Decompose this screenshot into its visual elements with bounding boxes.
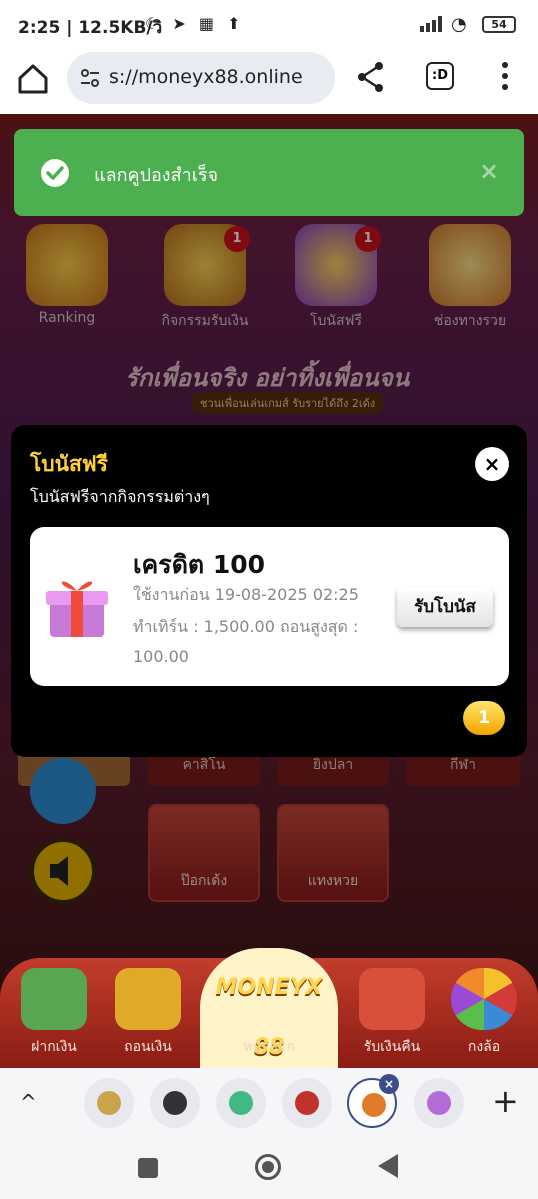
system-nav-bar — [0, 1138, 538, 1199]
tabs-button[interactable]: :D — [426, 62, 454, 90]
more-menu-icon[interactable] — [495, 60, 515, 92]
bonus-title: เครดิต 100 — [133, 550, 266, 579]
address-bar[interactable]: s://moneyx88.online — [67, 52, 335, 104]
moneyx-favicon-icon — [362, 1093, 386, 1117]
cashback-icon — [359, 968, 425, 1030]
bonus-expiry: ใช้งานก่อน 19-08-2025 02:25 — [133, 585, 359, 604]
notification-icons: ☾ ➤ ▦ ⬆ — [145, 14, 245, 33]
favicon-icon — [163, 1091, 187, 1115]
modal-close-icon[interactable]: × — [475, 447, 509, 481]
vue-icon — [229, 1091, 253, 1115]
recents-icon[interactable] — [138, 1158, 158, 1178]
nav-withdraw[interactable]: ถอนเงิน — [102, 968, 194, 1058]
modal-title: โบนัสฟรี — [30, 452, 108, 476]
nav-wheel[interactable]: กงล้อ — [438, 968, 530, 1058]
coin-stack-icon — [115, 968, 181, 1030]
modal-subtitle: โบนัสฟรีจากกิจกรรมต่างๆ — [30, 487, 210, 506]
active-tab-favicon[interactable]: × — [347, 1074, 399, 1128]
tab-favicon[interactable] — [216, 1078, 266, 1128]
nav-label: ฝากเงิน — [31, 1039, 77, 1055]
site-settings-icon[interactable] — [79, 67, 101, 89]
success-toast: แลกคูปองสำเร็จ × — [14, 129, 524, 216]
favicon-icon — [97, 1091, 121, 1115]
home-icon[interactable] — [16, 62, 50, 96]
status-bar: 2:25 | 12.5KB/วิ ☾ ➤ ▦ ⬆ ◔ 54 — [0, 0, 538, 48]
url-text[interactable]: s://moneyx88.online — [109, 66, 303, 88]
nav-label: รับเงินคืน — [363, 1039, 421, 1055]
signal-icon — [420, 16, 442, 32]
tab-favicon[interactable] — [150, 1078, 200, 1128]
back-icon[interactable] — [378, 1154, 398, 1178]
pagination-page[interactable]: 1 — [463, 701, 505, 735]
tab-close-icon[interactable]: × — [379, 1074, 399, 1094]
nav-deposit[interactable]: ฝากเงิน — [8, 968, 100, 1058]
wifi-icon: ◔ — [451, 14, 467, 35]
battery-icon: 54 — [482, 16, 516, 33]
bonus-card: เครดิต 100 ใช้งานก่อน 19-08-2025 02:25 ท… — [30, 527, 509, 686]
nav-label: ถอนเงิน — [124, 1039, 172, 1055]
tab-favicon[interactable] — [282, 1078, 332, 1128]
browser-toolbar: s://moneyx88.online :D — [0, 48, 538, 114]
toast-message: แลกคูปองสำเร็จ — [94, 165, 219, 186]
favicon-icon — [295, 1091, 319, 1115]
system-home-icon[interactable] — [255, 1154, 281, 1180]
cash-icon — [21, 968, 87, 1030]
free-bonus-modal: โบนัสฟรี โบนัสฟรีจากกิจกรรมต่างๆ × เครดิ… — [11, 425, 527, 757]
nav-label: กงล้อ — [467, 1039, 501, 1055]
status-time: 2:25 | 12.5KB/วิ — [18, 18, 163, 38]
favicon-icon — [427, 1091, 451, 1115]
nav-home[interactable]: หน้าแรก — [223, 968, 315, 1058]
chevron-up-icon[interactable]: ^ — [20, 1090, 37, 1114]
check-circle-icon — [41, 159, 69, 187]
tab-favicon[interactable] — [84, 1078, 134, 1128]
home-logo-space — [236, 968, 302, 1030]
share-icon[interactable] — [356, 60, 386, 94]
nav-label: หน้าแรก — [243, 1039, 295, 1055]
gift-icon — [46, 581, 108, 637]
nav-cashback[interactable]: รับเงินคืน — [346, 968, 438, 1058]
toast-close-icon[interactable]: × — [477, 157, 501, 185]
claim-bonus-button[interactable]: รับโบนัส — [397, 587, 493, 627]
bonus-max-withdraw: 100.00 — [133, 647, 189, 666]
bonus-turnover: ทำเทิร์น : 1,500.00 ถอนสูงสุด : — [133, 617, 359, 636]
new-tab-icon[interactable]: + — [492, 1082, 519, 1120]
wheel-icon — [451, 968, 517, 1030]
bottom-game-nav: ฝากเงิน ถอนเงิน MONEYX 88 หน้าแรก รับเงิ… — [0, 948, 538, 1068]
browser-tab-strip: ^ × + — [0, 1068, 538, 1138]
tab-favicon[interactable] — [414, 1078, 464, 1128]
